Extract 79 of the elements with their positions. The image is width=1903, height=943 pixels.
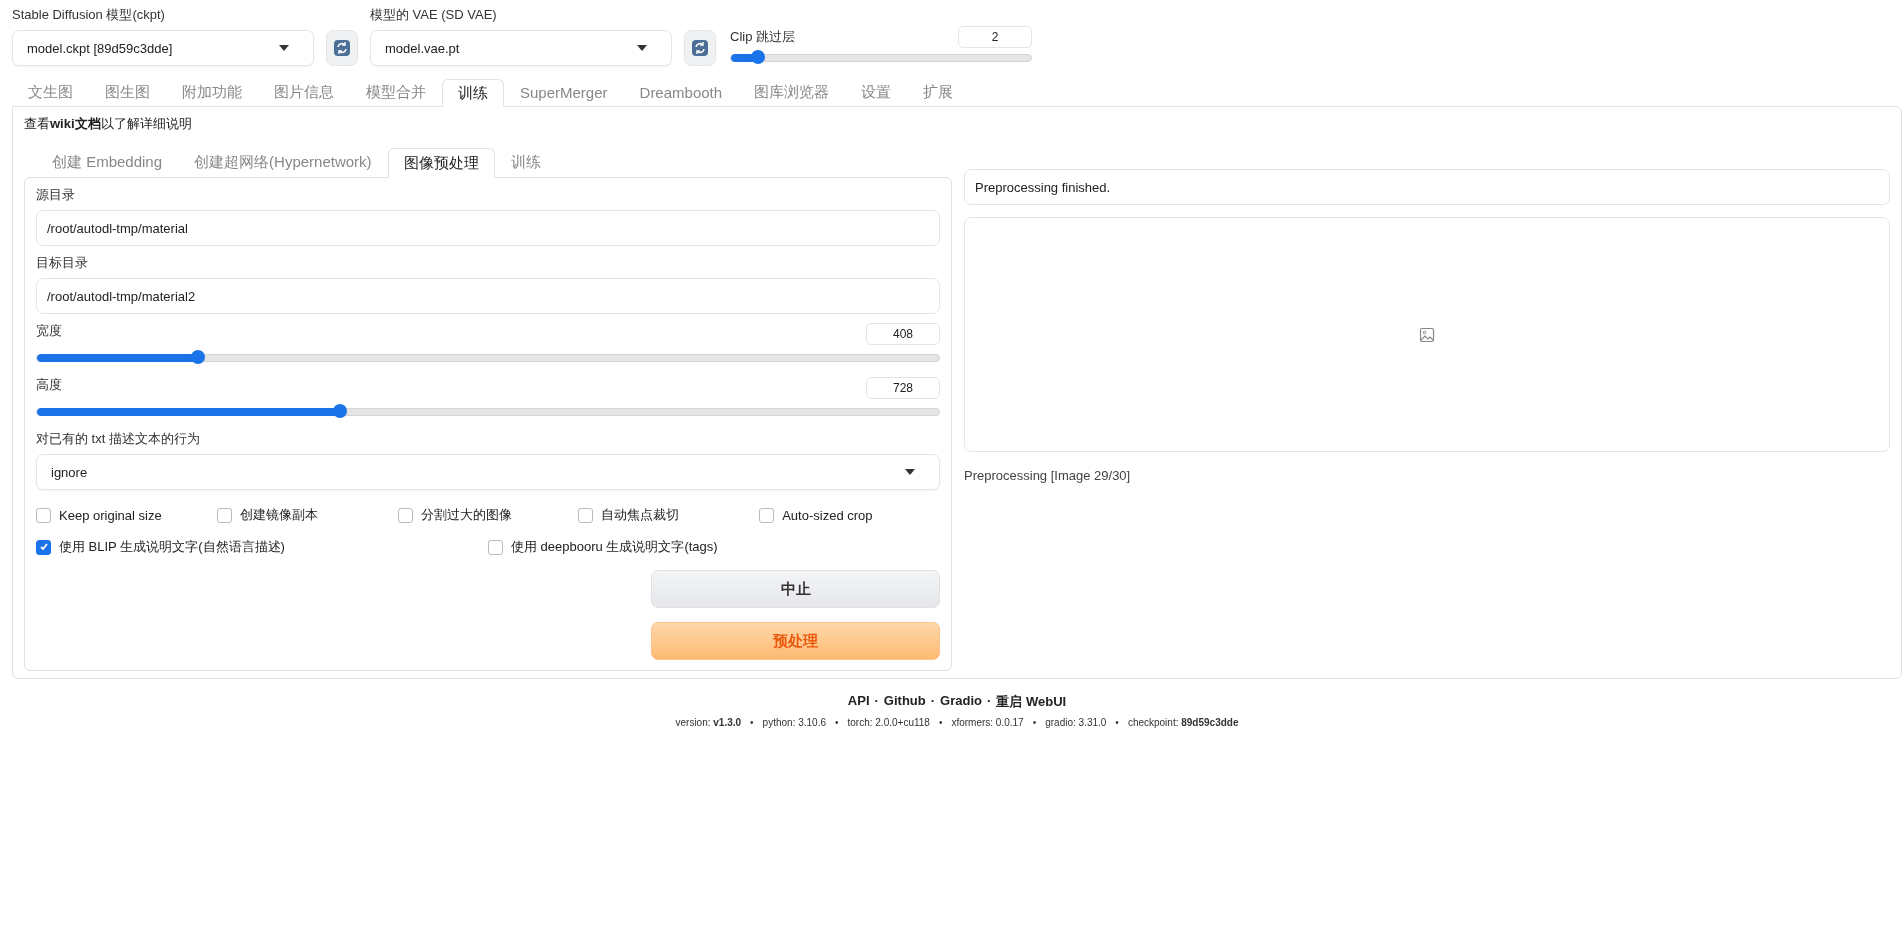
slider-label: 宽度 (36, 322, 62, 340)
checkbox-label: Auto-sized crop (782, 507, 873, 523)
checkbox-label: 分割过大的图像 (420, 506, 512, 524)
dropdown-label: Stable Diffusion 模型(ckpt) (12, 6, 166, 24)
progress-text: Preprocessing [Image 29/30] (964, 468, 1132, 483)
checkbox-label: 创建镜像副本 (239, 506, 318, 524)
field-label: 目标目录 (36, 254, 89, 272)
tab[interactable]: 创建超网络(Hypernetwork) (178, 147, 388, 177)
refresh-icon (333, 39, 351, 57)
tab[interactable]: 训练 (442, 79, 504, 107)
checkbox[interactable] (36, 507, 51, 523)
checkbox-label: 使用 deepbooru 生成说明文字(tags) (511, 538, 718, 556)
tab[interactable]: 附加功能 (166, 78, 258, 106)
number-field[interactable]: 728 (866, 377, 940, 399)
tab[interactable]: 图片信息 (258, 78, 350, 106)
tab[interactable]: 训练 (494, 147, 557, 177)
image-icon (1419, 326, 1435, 343)
tab[interactable]: 设置 (845, 78, 908, 106)
tab[interactable]: SuperMerger (504, 78, 624, 106)
version-info: torch: 2.0.0+cu118 (847, 717, 930, 728)
separator-dot: • (1115, 717, 1119, 728)
dropdown-label: 模型的 VAE (SD VAE) (370, 6, 498, 24)
slider-thumb[interactable] (333, 404, 348, 418)
refresh-button[interactable] (326, 30, 358, 66)
checkbox[interactable] (36, 539, 51, 555)
caret-icon (637, 45, 647, 51)
checkbox-label: Keep original size (59, 507, 162, 523)
footer-link[interactable]: Gradio (940, 693, 982, 711)
stop-button[interactable]: 中止 (651, 570, 940, 608)
slider-thumb[interactable] (751, 50, 765, 64)
separator-dot: • (750, 717, 754, 728)
status-message: Preprocessing finished. (964, 169, 1890, 205)
checkmark-icon (38, 542, 49, 552)
slider-label: 高度 (36, 376, 62, 394)
separator-dot: • (1032, 717, 1037, 728)
version-info: version: v1.3.0 (675, 717, 742, 728)
refresh-button[interactable] (684, 30, 716, 66)
separator-dot: · (874, 693, 879, 710)
number-field[interactable]: 2 (958, 26, 1032, 48)
wiki-note: 查看wiki文档以了解详细说明 (24, 115, 193, 133)
dropdown[interactable]: ignore (36, 454, 940, 490)
vae-dropdown[interactable]: model.vae.pt (370, 30, 672, 66)
tab[interactable]: 模型合并 (350, 78, 442, 106)
checkbox[interactable] (397, 507, 413, 523)
checkbox[interactable] (216, 507, 232, 523)
footer-link[interactable]: Github (883, 693, 926, 711)
tab[interactable]: 创建 Embedding (36, 147, 179, 177)
separator-dot: • (938, 717, 943, 728)
tab[interactable]: 图像预处理 (387, 148, 495, 178)
caret-icon (905, 469, 915, 475)
number-field[interactable]: 408 (866, 323, 940, 345)
tab[interactable]: Dreambooth (623, 78, 739, 106)
separator-dot: · (987, 693, 992, 710)
dropdown-label: 对已有的 txt 描述文本的行为 (36, 430, 201, 448)
checkbox[interactable] (578, 507, 594, 523)
version-info: xformers: 0.0.17 (951, 717, 1024, 728)
slider-thumb[interactable] (190, 350, 205, 364)
version-info: gradio: 3.31.0 (1045, 717, 1107, 728)
footer-link[interactable]: 重启 WebUI (996, 693, 1067, 711)
text-field[interactable]: /root/autodl-tmp/material2 (36, 278, 940, 314)
refresh-icon (691, 39, 709, 57)
text-field[interactable]: /root/autodl-tmp/material (36, 210, 940, 246)
field-label: 源目录 (36, 186, 76, 204)
tab[interactable]: 图生图 (89, 78, 166, 106)
tab[interactable]: 文生图 (12, 78, 89, 106)
separator-dot: · (930, 693, 936, 710)
model-dropdown[interactable]: model.ckpt [89d59c3dde] (12, 30, 314, 66)
tab[interactable]: 扩展 (907, 78, 970, 106)
checkbox-label: 自动焦点裁切 (601, 506, 680, 524)
version-info: checkpoint: 89d59c3dde (1127, 717, 1239, 728)
tab[interactable]: 图库浏览器 (738, 78, 846, 106)
checkbox[interactable] (759, 507, 775, 523)
footer-link[interactable]: API (847, 693, 870, 711)
separator-dot: • (835, 717, 839, 728)
version-info: python: 3.10.6 (762, 717, 826, 728)
slider-label: Clip 跳过层 (730, 28, 795, 46)
checkbox-label: 使用 BLIP 生成说明文字(自然语言描述) (59, 538, 285, 556)
checkbox[interactable] (488, 539, 503, 555)
caret-icon (279, 45, 289, 51)
